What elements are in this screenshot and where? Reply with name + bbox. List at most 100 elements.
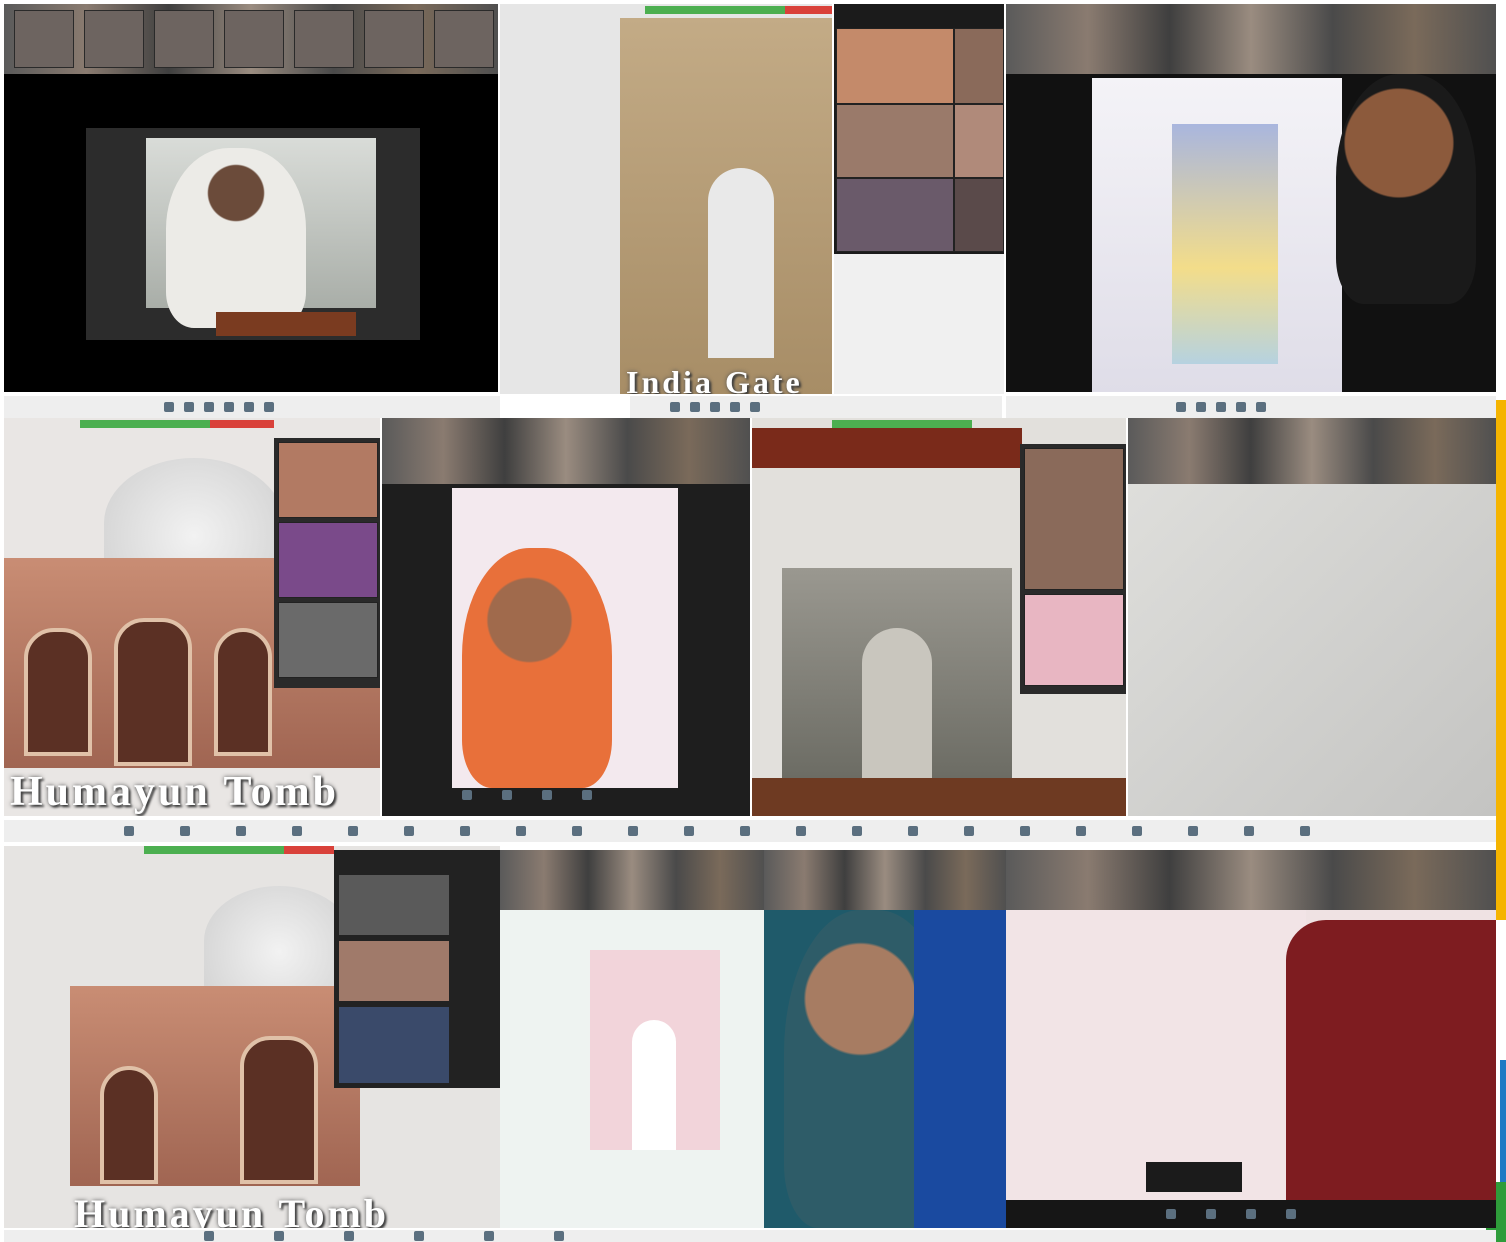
share-icon[interactable]: [1244, 826, 1254, 836]
student-figure: [1336, 74, 1476, 304]
right-edge-accent-yellow: [1496, 400, 1506, 920]
call-controls[interactable]: [462, 790, 662, 800]
share-icon[interactable]: [344, 1231, 354, 1241]
video-tile-humayun-tomb: Humayun Tomb: [4, 418, 380, 816]
share-icon[interactable]: [572, 826, 582, 836]
mic-icon[interactable]: [1132, 826, 1142, 836]
gateway-arch: [862, 628, 932, 788]
chat-icon[interactable]: [1286, 1209, 1296, 1219]
chat-icon[interactable]: [224, 402, 234, 412]
mic-icon[interactable]: [796, 826, 806, 836]
participant-thumbnail: [278, 602, 378, 678]
participant-thumbnail: [954, 28, 1004, 104]
camera-icon[interactable]: [516, 826, 526, 836]
india-gate-drawing: [590, 950, 720, 1150]
participants-icon[interactable]: [684, 826, 694, 836]
meeting-toolbar[interactable]: [4, 1230, 1496, 1242]
video-tile-india-gate-drawing: [500, 850, 764, 1228]
record-icon[interactable]: [1076, 826, 1086, 836]
participants-icon[interactable]: [750, 402, 760, 412]
mic-icon[interactable]: [164, 402, 174, 412]
participant-strip: [764, 850, 1006, 910]
share-icon[interactable]: [1246, 1209, 1256, 1219]
participant-thumbnail: [338, 874, 450, 936]
participant-thumbnail: [1024, 594, 1124, 686]
share-icon[interactable]: [236, 826, 246, 836]
chat-icon[interactable]: [730, 402, 740, 412]
participants-icon[interactable]: [484, 1231, 494, 1241]
record-icon[interactable]: [740, 826, 750, 836]
chat-icon[interactable]: [1236, 402, 1246, 412]
participant-thumbnail: [836, 104, 954, 178]
video-tile-student-call: [382, 418, 750, 816]
share-icon[interactable]: [204, 402, 214, 412]
meeting-toolbar[interactable]: [630, 396, 1002, 418]
humayun-tomb-image: [70, 986, 360, 1186]
camera-icon[interactable]: [502, 790, 512, 800]
camera-icon[interactable]: [184, 402, 194, 412]
meeting-toolbar[interactable]: [4, 396, 500, 418]
camera-icon[interactable]: [852, 826, 862, 836]
participant-sidebar: [334, 850, 500, 1088]
camera-icon[interactable]: [180, 826, 190, 836]
share-icon[interactable]: [1216, 402, 1226, 412]
mic-icon[interactable]: [1176, 402, 1186, 412]
gateway-of-india-image: [782, 568, 1012, 788]
worksheet-drawing: [1172, 124, 1278, 364]
share-progress-bar: [832, 420, 972, 428]
participant-thumbnail: [338, 1006, 450, 1084]
monument-caption: Humayun Tomb: [74, 1191, 390, 1228]
share-icon[interactable]: [908, 826, 918, 836]
chat-icon[interactable]: [414, 1231, 424, 1241]
monument-caption: India Gate: [626, 364, 803, 394]
mic-icon[interactable]: [124, 826, 134, 836]
chat-icon[interactable]: [582, 790, 592, 800]
participant-strip: [4, 4, 498, 74]
camera-icon[interactable]: [1188, 826, 1198, 836]
record-icon[interactable]: [404, 826, 414, 836]
participants-icon[interactable]: [348, 826, 358, 836]
mic-icon[interactable]: [1166, 1209, 1176, 1219]
share-icon[interactable]: [542, 790, 552, 800]
share-progress-bar-end: [284, 846, 334, 854]
right-edge-accent-blue: [1500, 1060, 1506, 1200]
video-tile-worksheet: [1128, 418, 1496, 816]
mic-icon[interactable]: [670, 402, 680, 412]
mic-icon[interactable]: [462, 790, 472, 800]
participant-thumbnail: [954, 104, 1004, 178]
chat-icon[interactable]: [628, 826, 638, 836]
share-progress-bar: [645, 6, 785, 14]
participant-thumbnail: [836, 178, 954, 252]
share-progress-bar: [144, 846, 284, 854]
video-tile-worksheet-holder: [1006, 4, 1496, 392]
chat-icon[interactable]: [292, 826, 302, 836]
meeting-toolbar[interactable]: [4, 820, 1496, 842]
record-icon[interactable]: [264, 402, 274, 412]
participant-thumbnail: [954, 178, 1004, 252]
india-gate-arch: [708, 168, 774, 358]
mic-icon[interactable]: [460, 826, 470, 836]
meeting-toolbar[interactable]: [1006, 396, 1496, 418]
camera-icon[interactable]: [274, 1231, 284, 1241]
india-gate-image: [620, 18, 832, 394]
meeting-toolbar[interactable]: [1006, 1200, 1496, 1228]
tomb-arch: [214, 628, 272, 756]
gallery-thumbnails-top: [834, 4, 1004, 394]
chat-icon[interactable]: [1300, 826, 1310, 836]
participant-strip: [500, 850, 764, 910]
camera-icon[interactable]: [1206, 1209, 1216, 1219]
chat-icon[interactable]: [964, 826, 974, 836]
video-tile-student-portrait: [764, 850, 1006, 1228]
camera-icon[interactable]: [690, 402, 700, 412]
student-figure: [462, 548, 612, 788]
participants-icon[interactable]: [1256, 402, 1266, 412]
video-tile-worksheet-hand: [1006, 850, 1496, 1228]
record-icon[interactable]: [554, 1231, 564, 1241]
video-tile-humayun-tomb-2: Humayun Tomb: [4, 846, 500, 1228]
camera-icon[interactable]: [1196, 402, 1206, 412]
share-icon[interactable]: [710, 402, 720, 412]
participants-icon[interactable]: [244, 402, 254, 412]
participants-icon[interactable]: [1020, 826, 1030, 836]
mic-icon[interactable]: [204, 1231, 214, 1241]
tomb-arch: [240, 1036, 318, 1184]
